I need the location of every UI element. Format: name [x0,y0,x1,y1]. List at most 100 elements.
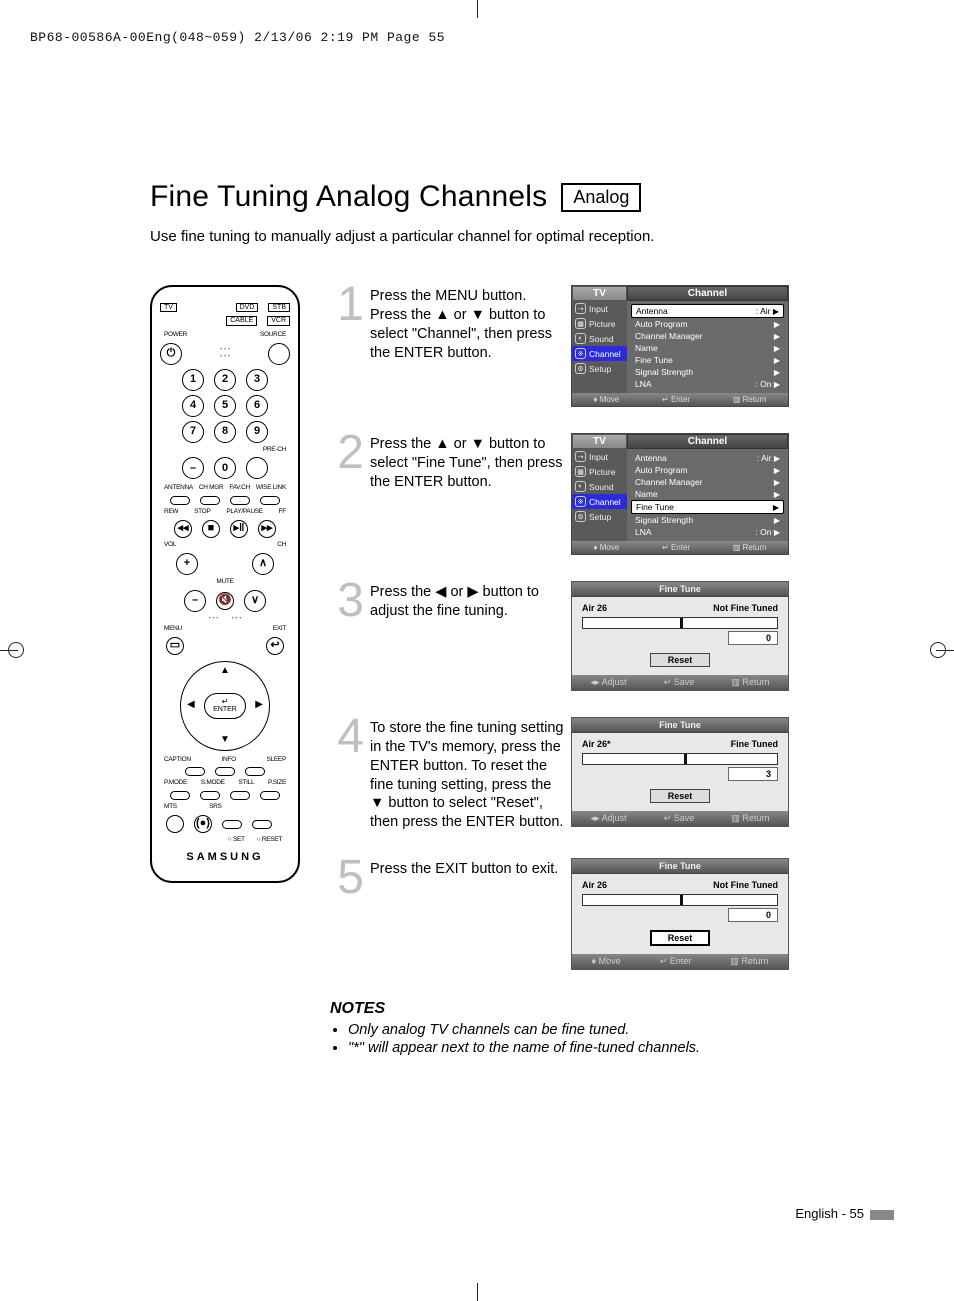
ft-slider-mark [680,895,683,905]
foot-return: ▥ Return [733,543,767,552]
key-dash: – [182,457,204,479]
input-icon: ⇢ [575,451,586,462]
pill-2 [200,496,220,505]
ft-slider [582,753,778,765]
key-8: 8 [214,421,236,443]
right-arrow-icon: ▶ [255,700,263,711]
page-title: Fine Tuning Analog Channels [150,180,547,214]
foot-adjust: ◂▸ Adjust [591,813,627,824]
ft-channel: Air 26* [582,739,611,749]
left-arrow-icon: ◀ [187,700,195,711]
channel-icon: ※ [575,348,586,359]
registration-mark-right [930,642,946,658]
osd-items: Antenna: Air ▶ Auto Program▶ Channel Man… [627,301,788,393]
play-icon: ▸‖ [230,520,248,538]
caption-label: CAPTION [164,757,191,764]
pmode-label: P.MODE [164,780,187,787]
ft-title: Fine Tune [572,859,788,874]
osd-finetune-3: Fine Tune Air 26Not Fine Tuned 0 Reset ◂… [571,581,789,691]
still-label: STILL [238,780,254,787]
key-5: 5 [214,395,236,417]
mts-button [166,815,184,833]
pill-blank2 [252,820,272,829]
step-number: 4 [330,717,364,758]
ft-slider [582,894,778,906]
osd-items: Antenna: Air ▶ Auto Program▶ Channel Man… [627,449,788,541]
lead-text: Use fine tuning to manually adjust a par… [150,228,870,245]
ft-slider-mark [680,618,683,628]
psize-label: P.SIZE [268,780,286,787]
footer-bar-icon [870,1210,894,1220]
ft-reset-button: Reset [650,789,710,803]
ft-slider-mark [684,754,687,764]
enter-label: ENTER [213,706,237,713]
foot-return: ▥ Return [731,677,769,688]
ft-foot: ♦ Move ↵ Enter ▥ Return [572,954,788,969]
power-label: POWER [164,332,187,339]
channel-icon: ※ [575,496,586,507]
key-6: 6 [246,395,268,417]
crop-mark-bottom [477,1283,478,1301]
ft-title: Fine Tune [572,582,788,597]
osd-side: ⇢Input ▦Picture ◐Sound ※Channel ⚙Setup [572,301,627,393]
pill-3 [230,496,250,505]
notes-heading: NOTES [330,1000,870,1018]
foot-enter: ↵ Enter [660,956,692,967]
ft-value: 3 [728,767,778,781]
pill-blank1 [222,820,242,829]
vol-label: VOL [164,542,176,549]
key-7: 7 [182,421,204,443]
setup-icon: ⚙ [575,511,586,522]
crop-mark-top [477,0,478,18]
power-icon: ⏻ [160,343,182,365]
ff-icon: ▸▸ [258,520,276,538]
osd-side: ⇢Input ▦Picture ◐Sound ※Channel ⚙Setup [572,449,627,541]
dpad: ▲ ▼ ◀ ▶ ↵ ENTER [180,661,270,751]
menu-button-icon: ▭ [166,637,184,655]
step-3: 3 Press the ◀ or ▶ button to adjust the … [330,581,870,691]
pill-smode [200,791,220,800]
pill-info [215,767,235,776]
remote-dvd-button: DVD [236,303,259,312]
foot-move: ♦ Move [593,543,619,552]
play-label: PLAY/PAUSE [226,509,263,516]
step-text: Press the MENU button. Press the ▲ or ▼ … [370,285,565,362]
picture-icon: ▦ [575,466,586,477]
antenna-label: ANTENNA [164,485,193,492]
ff-label: FF [279,509,286,516]
osd-item-name: Name▶ [631,342,784,354]
remote-tv-button: TV [160,303,177,312]
source-button [268,343,290,365]
osd-foot: ♦ Move ↵ Enter ▥ Return [572,541,788,554]
steps-column: 1 Press the MENU button. Press the ▲ or … [330,285,870,1058]
analog-badge: Analog [561,183,641,212]
osd-item-sigstr: Signal Strength▶ [631,514,784,526]
pill-caption [185,767,205,776]
osd-side-setup: ⚙Setup [572,361,627,376]
foot-save: ↵ Save [664,677,695,688]
registration-mark-left [8,642,24,658]
osd-item-finetune-hl: Fine Tune▶ [631,500,784,514]
srs-button: (●) [194,815,212,833]
pill-still [230,791,250,800]
wiselink-label: WISE LINK [256,485,286,492]
vol-up-icon: + [176,553,198,575]
pill-psize [260,791,280,800]
ft-foot: ◂▸ Adjust ↵ Save ▥ Return [572,675,788,690]
smode-label: S.MODE [201,780,225,787]
ft-channel: Air 26 [582,603,607,613]
enter-button: ↵ ENTER [204,693,246,719]
foot-enter: ↵ Enter [662,543,690,552]
osd-side-input: ⇢Input [572,301,627,316]
sleep-label: SLEEP [267,757,286,764]
step-4: 4 To store the fine tuning setting in th… [330,717,870,832]
osd-tab-tv: TV [572,434,627,449]
exit-button-icon: ↩ [266,637,284,655]
step-text: Press the ◀ or ▶ button to adjust the fi… [370,581,565,621]
exit-label: EXIT [273,626,286,633]
ft-channel: Air 26 [582,880,607,890]
osd-item-sigstr: Signal Strength▶ [631,366,784,378]
ft-status: Not Fine Tuned [713,603,778,613]
osd-channel-1: TV Channel ⇢Input ▦Picture ◐Sound ※Chann… [571,285,789,407]
ft-status: Fine Tuned [731,739,778,749]
